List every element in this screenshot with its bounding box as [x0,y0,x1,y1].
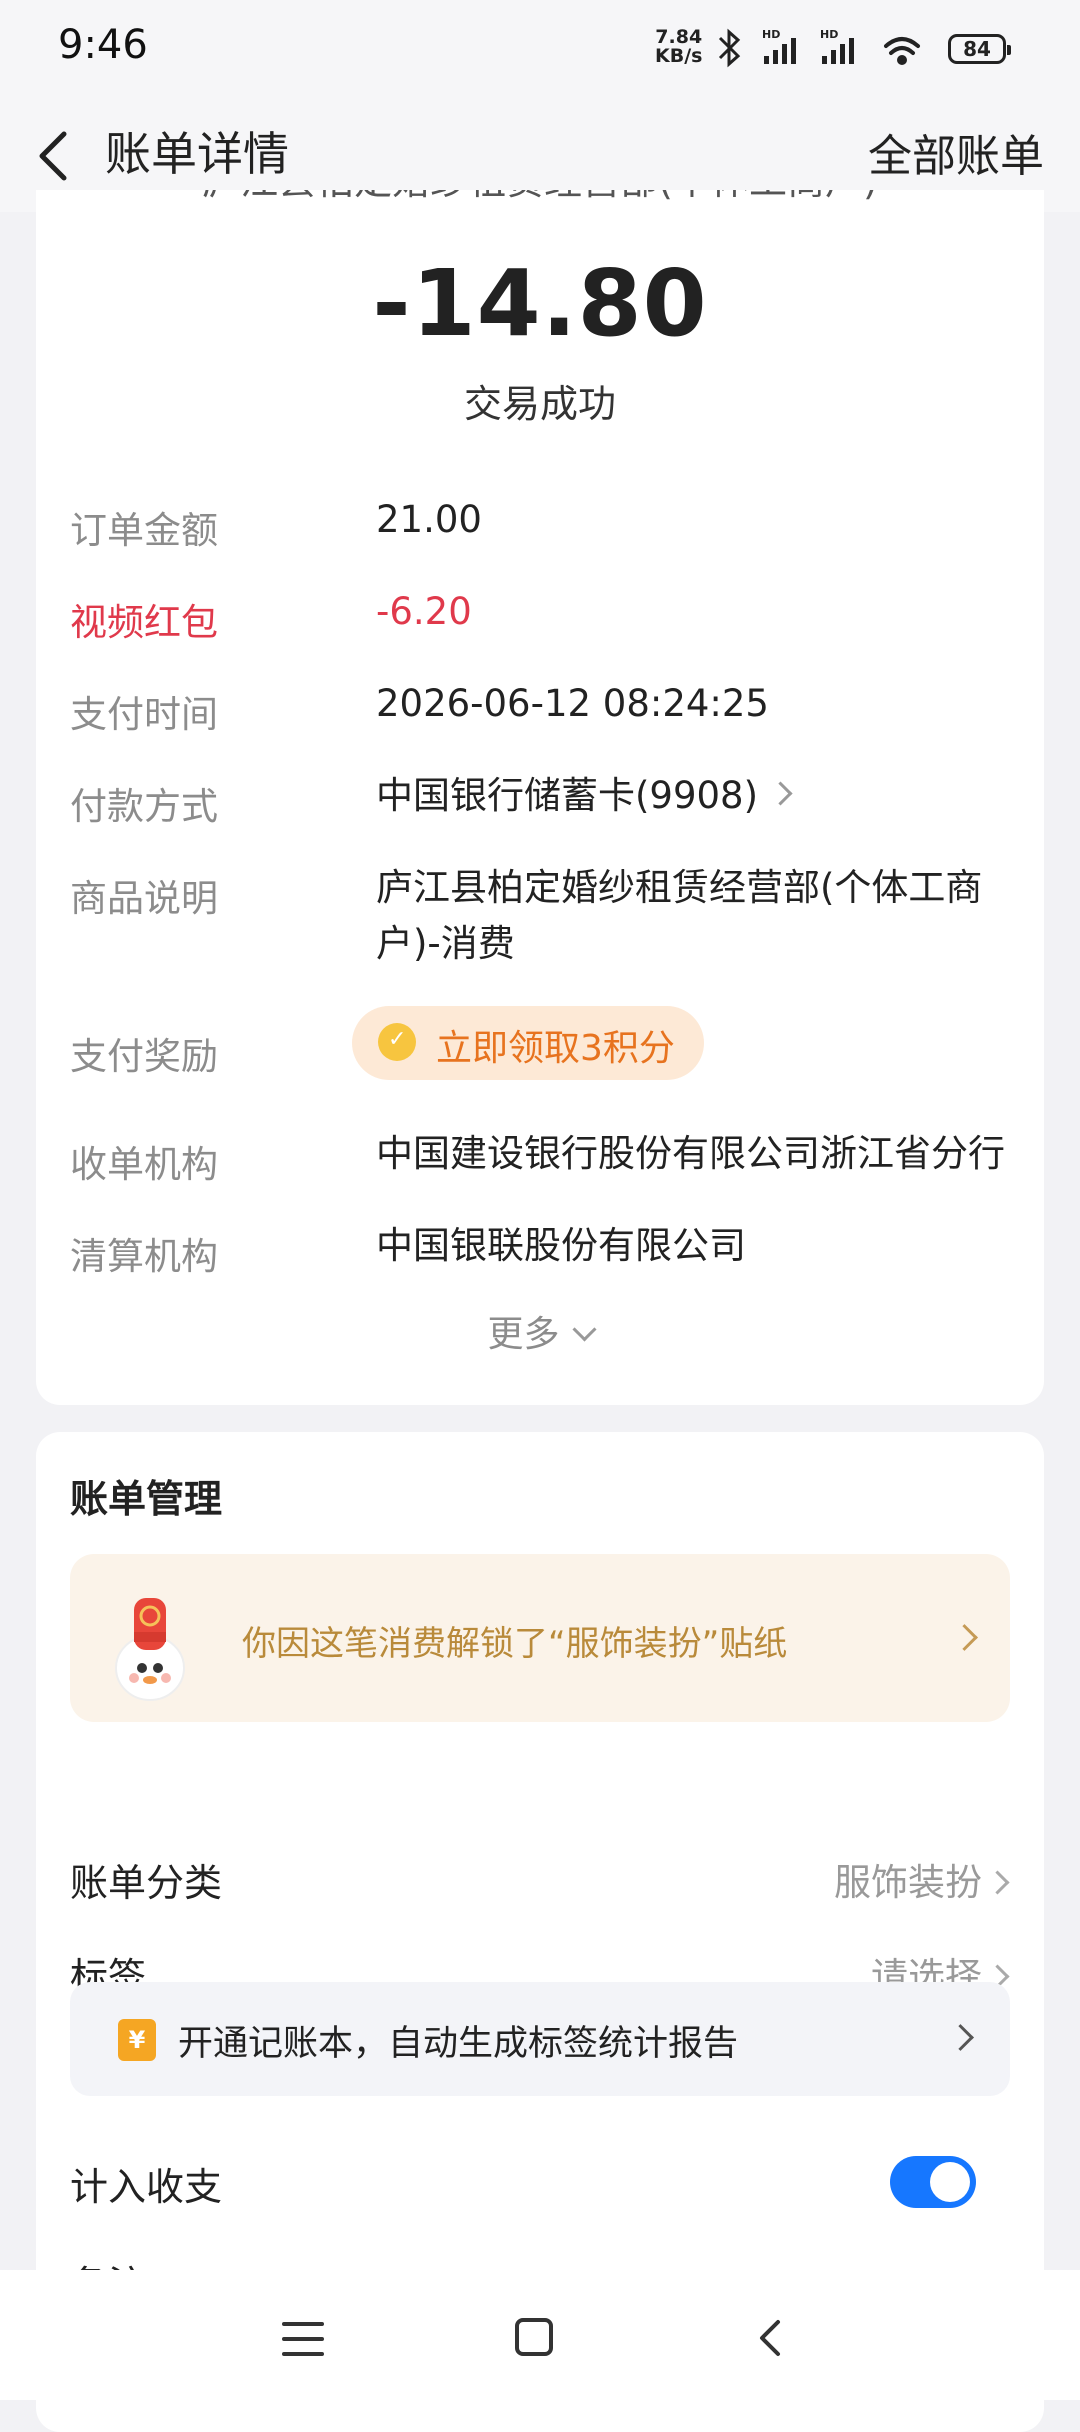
bill-amount: -14.80 [372,250,708,357]
detail-value: 中国银行储蓄卡(9908) [376,774,759,817]
points-coin-icon [378,1023,416,1061]
claim-points-button[interactable]: 立即领取3积分 [352,1006,704,1080]
transaction-status: 交易成功 [463,382,616,426]
section-title: 账单管理 [70,1477,223,1521]
ledger-promo-text: 开通记账本，自动生成标签统计报告 [178,2024,739,2064]
bill-category-row[interactable]: 账单分类 服饰装扮 [70,1852,1010,1912]
back-button[interactable] [30,120,78,192]
all-bills-link[interactable]: 全部账单 [868,120,1044,184]
sticker-unlock-banner[interactable]: 你因这笔消费解锁了“服饰装扮”贴纸 [70,1554,1010,1722]
detail-value: 中国银联股份有限公司 [376,1224,746,1267]
detail-value: 中国建设银行股份有限公司浙江省分行 [376,1132,1005,1175]
back-icon[interactable] [750,2316,794,2360]
more-label: 更多 [487,1314,560,1355]
ledger-icon: ¥ [118,2019,156,2061]
chevron-right-icon [951,1624,978,1651]
svg-text:HD: HD [762,28,780,41]
sticker-unlock-text: 你因这笔消费解锁了“服饰装扮”贴纸 [242,1624,788,1664]
income-expense-label: 计入收支 [70,2165,223,2209]
detail-label: 付款方式 [70,785,218,828]
merchant-name: 庐江县柏定婚纱租赁经营部(个体工商户) [36,190,1044,205]
hd-signal-icon: HD [820,28,854,64]
ledger-promo-banner[interactable]: ¥ 开通记账本，自动生成标签统计报告 [70,1982,1010,2096]
hd-signal-icon: HD [762,28,796,64]
svg-text:HD: HD [820,28,838,41]
bill-category-value: 服饰装扮 [834,1861,982,1904]
status-time: 9:46 [58,22,148,68]
chevron-right-icon [768,781,793,806]
menu-icon[interactable] [282,2322,324,2356]
bluetooth-icon [718,28,741,68]
income-expense-toggle[interactable] [890,2156,976,2208]
payment-method-value[interactable]: 中国银行储蓄卡(9908) [376,768,1016,824]
detail-label: 视频红包 [70,601,218,644]
chevron-right-icon [947,2024,974,2051]
home-icon[interactable] [515,2318,553,2356]
status-bar: 9:46 7.84 KB/s HD HD 84 [0,0,1080,100]
sticker-figure-icon [115,1598,185,1701]
bill-category-label: 账单分类 [70,1861,223,1905]
status-icons: HD HD [718,28,920,68]
detail-value: 庐江县柏定婚纱租赁经营部(个体工商户)-消费 [376,866,983,965]
claim-points-label: 立即领取3积分 [436,1028,675,1069]
net-speed: 7.84 KB/s [655,28,702,66]
detail-value: -6.20 [376,590,472,633]
net-speed-unit: KB/s [655,45,703,67]
detail-value: 2026-06-12 08:24:25 [376,682,769,725]
page-title: 账单详情 [105,127,289,181]
income-expense-row: 计入收支 [70,2156,1010,2216]
chevron-right-icon [985,1870,1010,1895]
bill-detail-card: 庐江县柏定婚纱租赁经营部(个体工商户) -14.80 交易成功 订单金额 21.… [36,190,1044,1405]
detail-label: 支付奖励 [70,1035,218,1078]
detail-label: 清算机构 [70,1235,218,1278]
wifi-icon [884,37,920,65]
system-nav-bar [0,2270,1080,2400]
detail-label: 商品说明 [70,877,218,920]
battery-icon: 84 [948,34,1011,64]
detail-label: 支付时间 [70,693,218,736]
more-button[interactable]: 更多 [36,1305,1044,1357]
detail-value: 21.00 [376,498,482,541]
chevron-down-icon [571,1317,597,1342]
detail-label: 收单机构 [70,1143,218,1186]
detail-label: 订单金额 [70,509,218,552]
